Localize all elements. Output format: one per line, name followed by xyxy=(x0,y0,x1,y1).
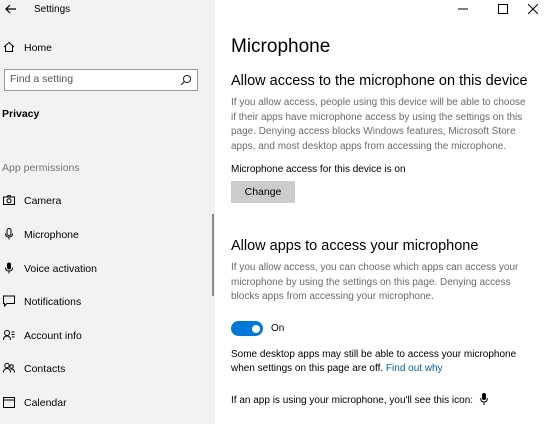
app-title: Settings xyxy=(34,4,71,15)
search-box[interactable] xyxy=(4,69,198,91)
sidebar: Settings Home Privacy App permissions Ca… xyxy=(0,0,215,424)
category-title: Privacy xyxy=(2,108,40,120)
change-button[interactable]: Change xyxy=(231,181,295,203)
calendar-icon xyxy=(3,397,15,408)
desktop-apps-note-text: Some desktop apps may still be able to a… xyxy=(231,349,517,374)
apps-section-description: If you allow access, you can choose whic… xyxy=(231,262,519,302)
toggle-state-label: On xyxy=(271,323,285,334)
desktop-apps-note: Some desktop apps may still be able to a… xyxy=(231,348,536,376)
sidebar-item-label: Calendar xyxy=(24,397,67,409)
mic-icon-note: If an app is using your microphone, you'… xyxy=(231,393,488,406)
sidebar-item-notifications[interactable]: Notifications xyxy=(0,291,210,313)
sidebar-item-label: Notifications xyxy=(24,296,82,308)
sidebar-item-label: Voice activation xyxy=(24,263,97,275)
sidebar-item-camera[interactable]: Camera xyxy=(0,190,210,212)
camera-icon xyxy=(3,195,15,205)
home-link[interactable]: Home xyxy=(0,38,215,58)
device-section-heading: Allow access to the microphone on this d… xyxy=(231,73,528,89)
microphone-icon xyxy=(5,228,13,240)
main-content: Microphone Allow access to the microphon… xyxy=(215,0,550,424)
contacts-icon xyxy=(3,362,15,373)
sidebar-item-calendar[interactable]: Calendar xyxy=(0,392,210,414)
sidebar-item-contacts[interactable]: Contacts xyxy=(0,358,210,380)
back-arrow-icon[interactable] xyxy=(4,2,18,16)
find-out-why-link[interactable]: Find out why xyxy=(386,363,443,374)
device-section-description: If you allow access, people using this d… xyxy=(231,97,526,152)
device-access-status: Microphone access for this device is on xyxy=(231,164,406,175)
sidebar-item-microphone[interactable]: Microphone xyxy=(0,224,210,246)
sidebar-item-label: Microphone xyxy=(24,229,79,241)
voice-activation-icon xyxy=(5,262,13,274)
page-title: Microphone xyxy=(231,36,331,57)
section-heading: App permissions xyxy=(2,162,80,174)
sidebar-item-label: Contacts xyxy=(24,363,66,375)
toggle-knob xyxy=(252,324,260,333)
home-label: Home xyxy=(24,42,53,54)
search-input[interactable] xyxy=(10,73,170,85)
apps-section-heading: Allow apps to access your microphone xyxy=(231,238,479,254)
sidebar-item-voice-activation[interactable]: Voice activation xyxy=(0,258,210,280)
microphone-in-use-icon xyxy=(480,393,488,405)
sidebar-scrollbar[interactable] xyxy=(212,214,214,296)
notifications-icon xyxy=(3,295,15,307)
mic-icon-note-text: If an app is using your microphone, you'… xyxy=(231,395,474,406)
account-info-icon xyxy=(3,330,15,341)
search-icon[interactable] xyxy=(180,74,192,86)
title-bar: Settings xyxy=(0,0,215,20)
home-icon xyxy=(3,41,15,52)
sidebar-item-account-info[interactable]: Account info xyxy=(0,325,210,347)
apps-access-toggle[interactable] xyxy=(231,321,263,336)
sidebar-item-label: Camera xyxy=(24,195,62,207)
sidebar-item-label: Account info xyxy=(24,330,82,342)
